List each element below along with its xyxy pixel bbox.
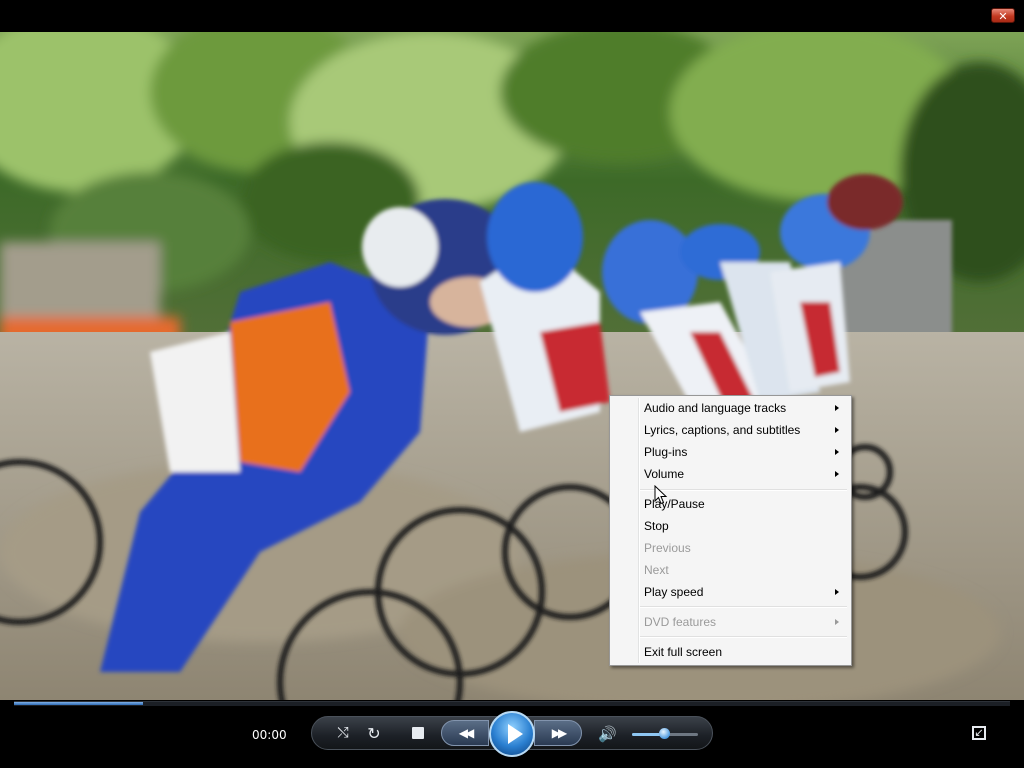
submenu-arrow-icon [835,405,839,411]
menu-item-label: Plug-ins [644,445,688,459]
player-controls: 00:00 ⤭ ↻ ◀◀ ▶▶ 🔊 ↙ [0,706,1024,768]
menu-item-stop[interactable]: Stop [612,515,849,537]
submenu-arrow-icon [835,471,839,477]
menu-separator [640,606,847,608]
previous-button[interactable]: ◀◀ [441,720,489,746]
submenu-arrow-icon [835,427,839,433]
repeat-icon[interactable]: ↻ [364,724,384,743]
menu-item-next[interactable]: Next [612,559,849,581]
menu-item-dvd-features[interactable]: DVD features [612,611,849,633]
seek-progress [14,702,144,705]
volume-knob[interactable] [659,728,670,739]
menu-item-label: Audio and language tracks [644,401,787,415]
close-button[interactable]: ✕ [991,8,1015,23]
menu-item-plugins[interactable]: Plug-ins [612,441,849,463]
title-bar: ✕ [0,0,1024,32]
video-surface[interactable] [0,32,1024,700]
shuffle-icon[interactable]: ⤭ [333,725,353,741]
menu-item-audio-language[interactable]: Audio and language tracks [612,397,849,419]
menu-item-play-pause[interactable]: Play/Pause [612,493,849,515]
menu-separator [640,636,847,638]
play-button[interactable] [489,711,535,757]
menu-item-previous[interactable]: Previous [612,537,849,559]
mouse-cursor-icon [654,485,668,505]
elapsed-time: 00:00 [252,728,287,742]
menu-item-volume[interactable]: Volume [612,463,849,485]
stop-icon[interactable] [412,727,424,739]
submenu-arrow-icon [835,449,839,455]
menu-item-label: Next [644,563,669,577]
submenu-arrow-icon [835,589,839,595]
menu-separator [640,489,847,491]
menu-item-play-speed[interactable]: Play speed [612,581,849,603]
menu-item-label: Volume [644,467,685,481]
exit-fullscreen-icon[interactable]: ↙ [972,726,986,740]
menu-item-label: Stop [644,519,669,533]
video-frame [0,32,1024,700]
menu-item-label: Exit full screen [644,645,723,659]
menu-item-label: Play speed [644,585,704,599]
play-icon [508,724,523,744]
menu-item-label: Lyrics, captions, and subtitles [644,423,801,437]
submenu-arrow-icon [835,619,839,625]
next-button[interactable]: ▶▶ [534,720,582,746]
menu-item-lyrics-captions[interactable]: Lyrics, captions, and subtitles [612,419,849,441]
menu-item-exit-full-screen[interactable]: Exit full screen [612,641,849,663]
menu-item-label: DVD features [644,615,717,629]
context-menu: Audio and language tracks Lyrics, captio… [609,395,852,666]
speaker-icon[interactable]: 🔊 [598,725,617,743]
menu-item-label: Previous [644,541,691,555]
